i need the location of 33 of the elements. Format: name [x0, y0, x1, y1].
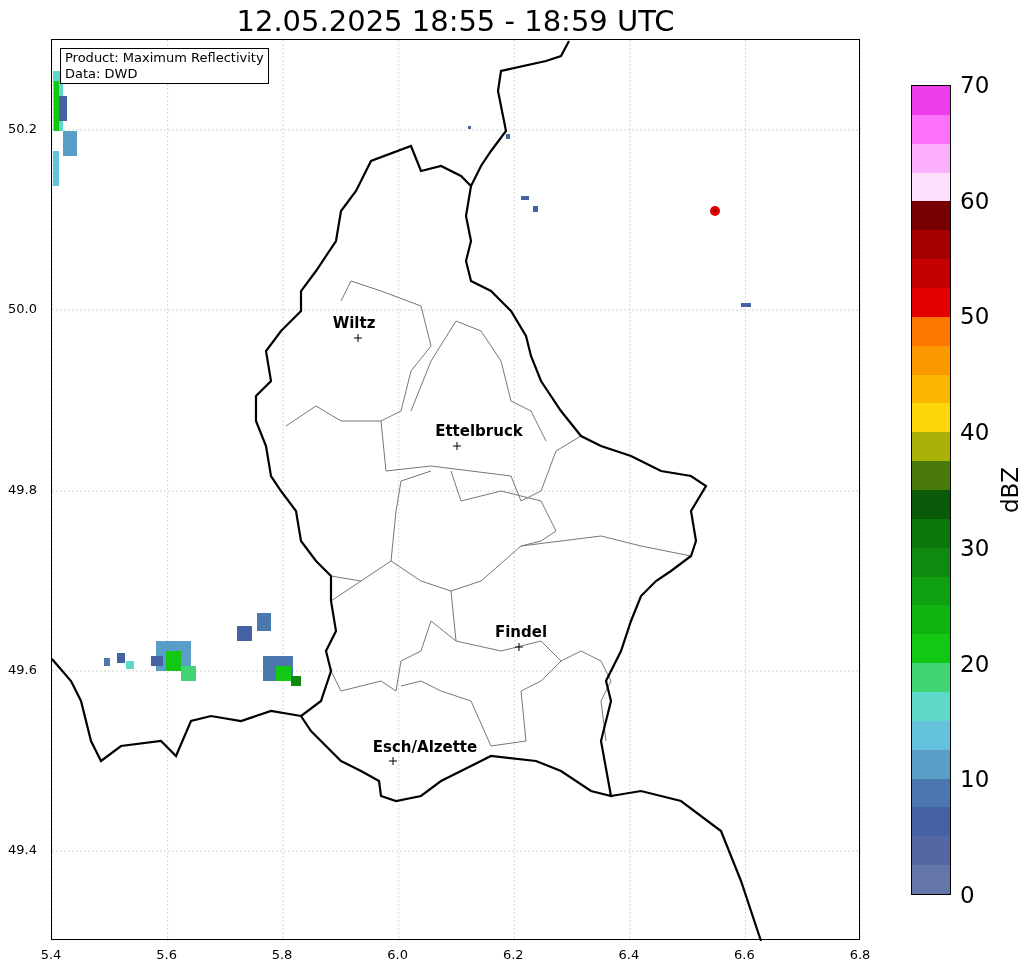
x-tick-label: 5.4	[40, 947, 62, 963]
colorbar-tick-label: 70	[960, 72, 990, 98]
y-tick-label: 50.0	[8, 301, 37, 317]
x-tick-label: 6.2	[502, 947, 524, 963]
city-label: Findel	[494, 623, 548, 641]
city-marker-icon	[353, 333, 363, 343]
x-tick-label: 6.0	[387, 947, 409, 963]
colorbar-tick-label: 0	[960, 882, 975, 908]
city-label: Esch/Alzette	[372, 738, 478, 756]
city-marker-icon	[388, 756, 398, 766]
x-tick-label: 5.8	[271, 947, 293, 963]
y-tick-label: 49.8	[8, 482, 37, 498]
x-tick-label: 6.4	[618, 947, 640, 963]
colorbar-label: dBZ	[997, 466, 1023, 514]
colorbar-tick-label: 40	[960, 419, 990, 446]
legend-text: Data: DWD	[65, 66, 139, 82]
chart-title: 12.05.2025 18:55 - 18:59 UTC	[235, 4, 676, 38]
city-marker-icon	[452, 441, 462, 451]
y-tick-label: 49.6	[8, 662, 37, 678]
city-label: Ettelbruck	[435, 422, 523, 440]
y-tick-label: 50.2	[8, 121, 37, 137]
y-tick-label: 49.4	[8, 842, 37, 858]
colorbar-tick-label: 10	[960, 766, 990, 793]
colorbar-tick-label: 20	[960, 650, 990, 677]
colorbar-tick-label: 60	[960, 187, 990, 214]
city-marker-icon	[514, 642, 524, 652]
colorbar-tick-label: 50	[960, 303, 990, 330]
x-tick-label: 5.6	[156, 947, 177, 963]
legend-text: Product: Maximum Reflectivity	[65, 50, 264, 66]
city-label: Wiltz	[332, 314, 376, 332]
colorbar-tick-label: 30	[960, 534, 990, 561]
x-tick-label: 6.8	[849, 947, 871, 963]
x-tick-label: 6.6	[734, 947, 755, 963]
